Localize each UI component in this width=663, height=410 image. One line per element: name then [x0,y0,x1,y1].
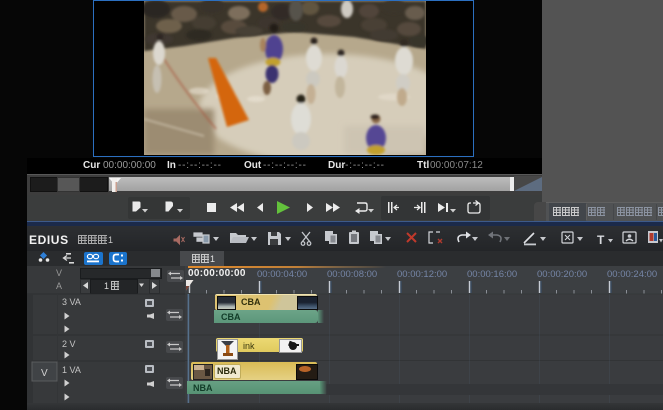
svg-text:3 VA: 3 VA [62,297,81,307]
svg-text:1 VA: 1 VA [62,365,81,375]
svg-text:V: V [41,368,48,379]
svg-text:2 V: 2 V [62,339,76,349]
svg-text:T: T [597,233,605,247]
